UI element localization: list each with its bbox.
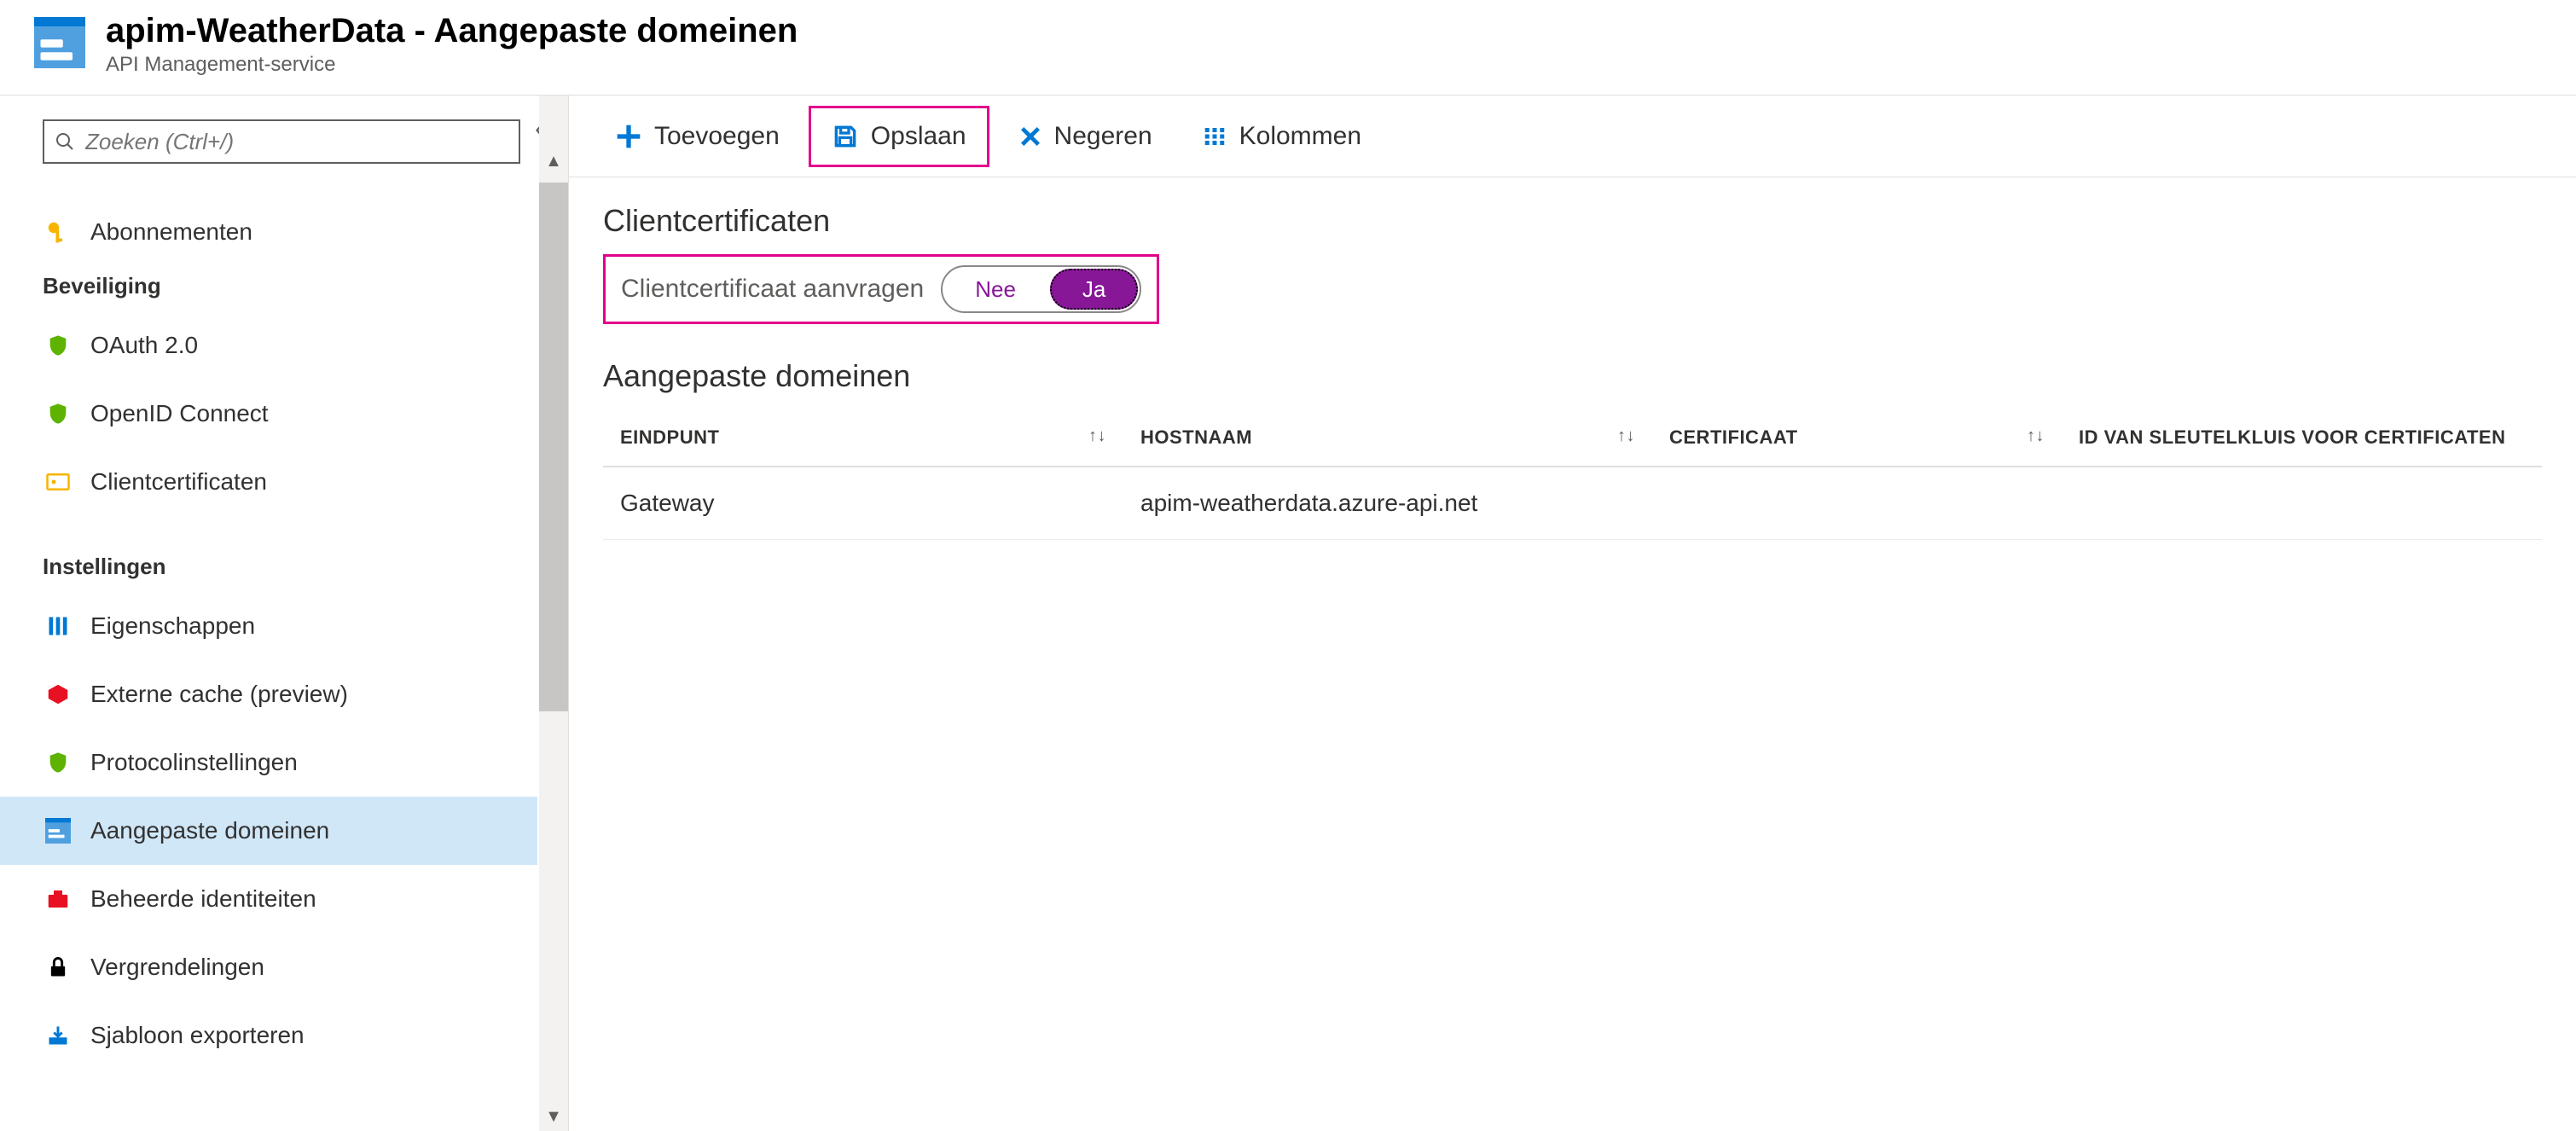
sidebar-item-label: Beheerde identiteiten [90, 885, 316, 913]
sort-icon[interactable]: ↑↓ [2027, 426, 2045, 446]
domain-icon [43, 815, 73, 846]
column-header-sleutelkluis[interactable]: Id van sleutelkluis voor certificaten [2062, 409, 2542, 467]
toolbar-save-button[interactable]: Opslaan [809, 106, 989, 167]
columns-icon [1202, 124, 1227, 149]
clientcerts-label: Clientcertificaat aanvragen [621, 275, 924, 304]
sidebar-item-label: Vergrendelingen [90, 954, 264, 981]
sidebar-item-label: Eigenschappen [90, 612, 255, 640]
sort-icon[interactable]: ↑↓ [1088, 426, 1106, 446]
sidebar-scrollbar[interactable]: ▲ ▼ [539, 96, 568, 1131]
sidebar-search[interactable] [43, 119, 520, 164]
sidebar-item-openid[interactable]: OpenID Connect [0, 380, 537, 448]
toolbar-button-label: Opslaan [871, 122, 966, 151]
toolbar-button-label: Toevoegen [654, 122, 780, 151]
main-content: Toevoegen Opslaan Negeren Kolommen [568, 96, 2576, 1131]
search-icon [55, 131, 75, 152]
sidebar-item-label: Sjabloon exporteren [90, 1022, 305, 1049]
sidebar-item-beheerde[interactable]: Beheerde identiteiten [0, 865, 537, 933]
column-label: Certificaat [1669, 426, 1798, 448]
sidebar-item-label: Externe cache (preview) [90, 681, 348, 708]
page-header: apim-WeatherData - Aangepaste domeinen A… [0, 0, 2576, 96]
sidebar-item-abonnementen[interactable]: Abonnementen [0, 198, 537, 266]
save-icon [832, 123, 859, 150]
cell-hostnaam: apim-weatherdata.azure-api.net [1123, 467, 1652, 540]
toggle-option-no[interactable]: Nee [944, 269, 1047, 310]
lock-icon [43, 952, 73, 983]
cache-icon [43, 679, 73, 710]
toggle-option-yes[interactable]: Ja [1050, 269, 1138, 310]
clientcerts-toggle-row: Clientcertificaat aanvragen Nee Ja [603, 254, 1159, 324]
sidebar-item-protocol[interactable]: Protocolinstellingen [0, 728, 537, 797]
certificate-icon [43, 467, 73, 497]
identity-icon [43, 884, 73, 914]
scroll-thumb[interactable] [539, 183, 568, 711]
shield-icon [43, 398, 73, 429]
sidebar-item-label: Abonnementen [90, 218, 252, 246]
sidebar-item-eigenschappen[interactable]: Eigenschappen [0, 592, 537, 660]
domains-section-title: Aangepaste domeinen [603, 358, 2542, 394]
export-icon [43, 1020, 73, 1051]
clientcerts-toggle[interactable]: Nee Ja [941, 265, 1141, 313]
cell-certificaat [1652, 467, 2062, 540]
sidebar-item-sjabloon[interactable]: Sjabloon exporteren [0, 1001, 537, 1070]
clientcerts-section-title: Clientcertificaten [603, 203, 2542, 239]
properties-icon [43, 611, 73, 641]
sidebar: Abonnementen Beveiliging OAuth 2.0 OpenI… [0, 96, 568, 1131]
sidebar-item-label: OAuth 2.0 [90, 332, 198, 359]
sidebar-item-vergrendelingen[interactable]: Vergrendelingen [0, 933, 537, 1001]
close-icon [1018, 125, 1042, 148]
cell-eindpunt: Gateway [603, 467, 1123, 540]
domains-table: Eindpunt ↑↓ Hostnaam ↑↓ Certificaat ↑↓ [603, 409, 2542, 540]
sidebar-item-label: OpenID Connect [90, 400, 269, 427]
column-header-certificaat[interactable]: Certificaat ↑↓ [1652, 409, 2062, 467]
sidebar-group-instellingen: Instellingen [43, 547, 537, 592]
sidebar-item-clientcerts[interactable]: Clientcertificaten [0, 448, 537, 516]
column-label: Eindpunt [620, 426, 719, 448]
search-input[interactable] [85, 129, 508, 155]
toolbar-columns-button[interactable]: Kolommen [1181, 106, 1382, 167]
table-row[interactable]: Gateway apim-weatherdata.azure-api.net [603, 467, 2542, 540]
scroll-up-icon[interactable]: ▲ [539, 147, 568, 176]
sidebar-item-label: Protocolinstellingen [90, 749, 298, 776]
column-header-eindpunt[interactable]: Eindpunt ↑↓ [603, 409, 1123, 467]
toolbar-discard-button[interactable]: Negeren [998, 106, 1173, 167]
scroll-down-icon[interactable]: ▼ [539, 1102, 568, 1131]
toolbar: Toevoegen Opslaan Negeren Kolommen [569, 96, 2576, 177]
plus-icon [615, 123, 642, 150]
page-subtitle: API Management-service [106, 53, 798, 77]
column-header-hostnaam[interactable]: Hostnaam ↑↓ [1123, 409, 1652, 467]
resource-icon [34, 17, 85, 68]
sidebar-item-label: Aangepaste domeinen [90, 817, 329, 844]
sidebar-item-externecache[interactable]: Externe cache (preview) [0, 660, 537, 728]
sidebar-item-oauth[interactable]: OAuth 2.0 [0, 311, 537, 380]
toolbar-button-label: Negeren [1054, 122, 1152, 151]
column-label: Id van sleutelkluis voor certificaten [2079, 426, 2505, 448]
cell-sleutelkluis [2062, 467, 2542, 540]
column-label: Hostnaam [1140, 426, 1252, 448]
sidebar-group-beveiliging: Beveiliging [43, 266, 537, 311]
key-icon [43, 217, 73, 247]
sort-icon[interactable]: ↑↓ [1617, 426, 1635, 446]
sidebar-item-label: Clientcertificaten [90, 468, 267, 496]
shield-icon [43, 747, 73, 778]
page-title: apim-WeatherData - Aangepaste domeinen [106, 12, 798, 49]
toolbar-add-button[interactable]: Toevoegen [595, 106, 800, 167]
sidebar-item-aangepaste-domeinen[interactable]: Aangepaste domeinen [0, 797, 537, 865]
toolbar-button-label: Kolommen [1239, 122, 1361, 151]
shield-icon [43, 330, 73, 361]
